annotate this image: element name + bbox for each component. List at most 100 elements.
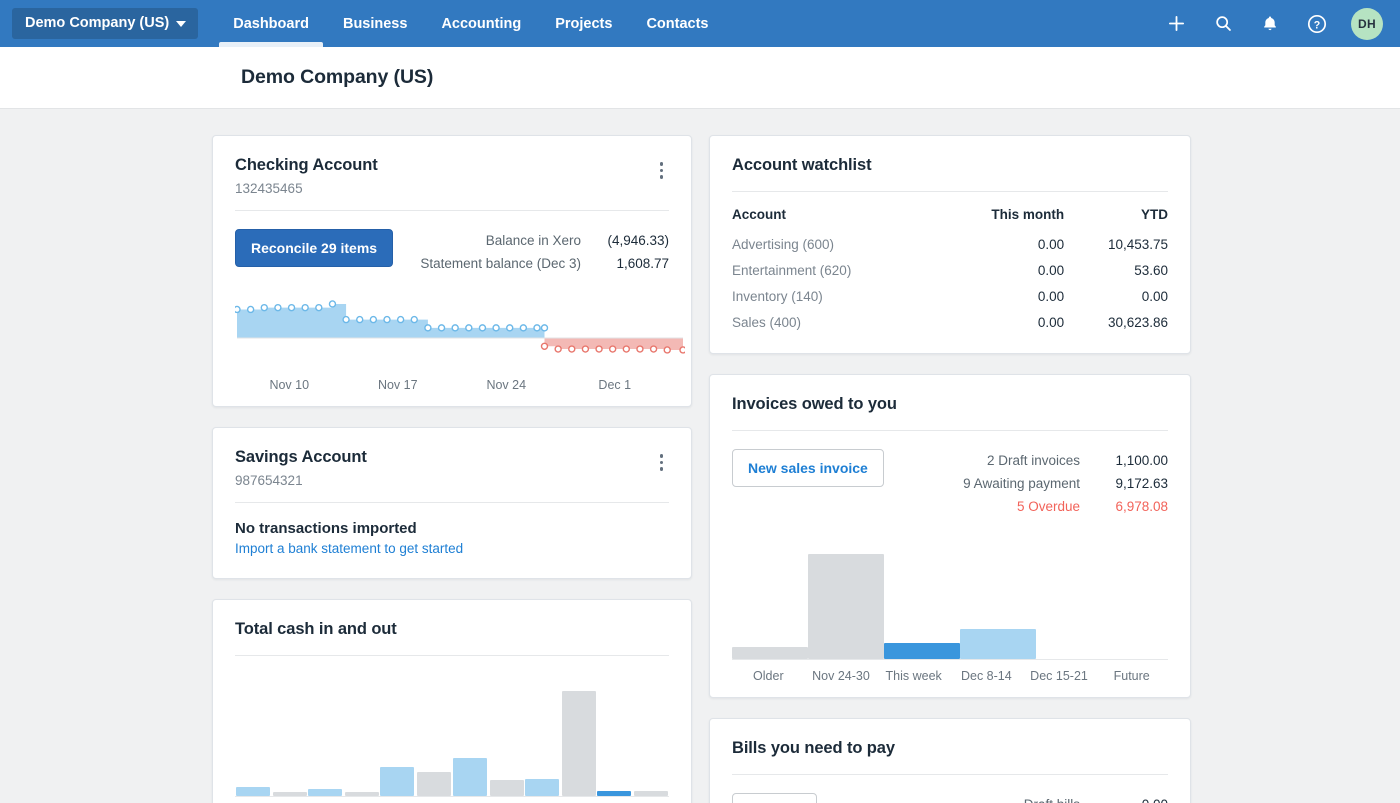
total-cash-bar-chart (235, 672, 669, 797)
bar-column[interactable] (884, 545, 960, 659)
right-column: Account watchlist Account This month YTD (709, 135, 1191, 802)
bar-column[interactable] (732, 545, 808, 659)
invoices-chart-axis-labels: OlderNov 24-30This weekDec 8-14Dec 15-21… (732, 669, 1168, 683)
search-icon[interactable] (1210, 11, 1236, 37)
cell-ytd: 10,453.75 (1064, 231, 1168, 257)
savings-account-more-options-icon[interactable] (654, 450, 670, 475)
savings-empty-title: No transactions imported (235, 520, 669, 537)
nav-item-accounting[interactable]: Accounting (424, 0, 538, 47)
bar-group[interactable] (307, 672, 379, 796)
bar-column[interactable] (1036, 545, 1112, 659)
reconcile-button[interactable]: Reconcile 29 items (235, 229, 393, 267)
dashboard-content: Checking Account 132435465 Reconcile 29 … (0, 109, 1400, 802)
summary-value: 0.00 (1094, 793, 1168, 803)
axis-tick: Future (1095, 669, 1168, 683)
top-navigation-bar: Demo Company (US) Dashboard Business Acc… (0, 0, 1400, 47)
table-row[interactable]: Entertainment (620) 0.00 53.60 (732, 257, 1168, 283)
bar-cash-in (236, 787, 270, 796)
nav-item-dashboard[interactable]: Dashboard (216, 0, 326, 47)
new-bill-button[interactable]: New bill (732, 793, 817, 803)
total-cash-card: Total cash in and out JulyAugustSeptembe… (212, 599, 692, 803)
bills-title: Bills you need to pay (732, 739, 1168, 758)
bar-cash-out (273, 792, 307, 796)
bar-cash-out (562, 691, 596, 796)
balance-label: Balance in Xero (486, 229, 581, 252)
summary-row[interactable]: 2 Draft invoices 1,100.00 (963, 449, 1168, 472)
nav-label: Business (343, 16, 407, 32)
nav-item-contacts[interactable]: Contacts (629, 0, 725, 47)
nav-label: Projects (555, 16, 612, 32)
nav-item-business[interactable]: Business (326, 0, 424, 47)
balance-value: 1,608.77 (595, 252, 669, 275)
balance-label: Statement balance (Dec 3) (420, 252, 581, 275)
bar-cash-out (417, 772, 451, 796)
bar-group[interactable] (597, 672, 669, 796)
invoices-bar-chart (732, 545, 1168, 660)
summary-row[interactable]: 9 Awaiting payment 9,172.63 (963, 472, 1168, 495)
import-bank-statement-link[interactable]: Import a bank statement to get started (235, 541, 463, 556)
checking-account-more-options-icon[interactable] (654, 158, 670, 183)
bar-cash-out (634, 791, 668, 796)
cell-ytd: 30,623.86 (1064, 309, 1168, 335)
bell-icon[interactable] (1257, 11, 1283, 37)
axis-tick: Nov 24-30 (805, 669, 878, 683)
summary-value-overdue: 6,978.08 (1094, 495, 1168, 518)
summary-label: 2 Draft invoices (987, 449, 1080, 472)
page-header: Demo Company (US) (0, 47, 1400, 109)
new-sales-invoice-button[interactable]: New sales invoice (732, 449, 884, 487)
checking-account-balance-chart: Nov 10 Nov 17 Nov 24 Dec 1 (235, 293, 669, 392)
balance-chart-axis-labels: Nov 10 Nov 17 Nov 24 Dec 1 (235, 378, 669, 392)
table-header-row: Account This month YTD (732, 207, 1168, 231)
plus-icon[interactable] (1163, 11, 1189, 37)
bar (808, 554, 884, 659)
main-nav-items: Dashboard Business Accounting Projects C… (216, 0, 725, 47)
summary-row-overdue[interactable]: 5 Overdue 6,978.08 (963, 495, 1168, 518)
axis-tick: Nov 10 (235, 378, 344, 392)
bills-to-pay-card: Bills you need to pay New bill Draft bil… (709, 718, 1191, 803)
org-switcher[interactable]: Demo Company (US) (12, 8, 198, 39)
avatar-initials: DH (1358, 17, 1376, 31)
summary-label: Draft bills (1024, 793, 1080, 803)
summary-row[interactable]: Draft bills 0.00 (956, 793, 1168, 803)
nav-label: Accounting (441, 16, 521, 32)
table-row[interactable]: Inventory (140) 0.00 0.00 (732, 283, 1168, 309)
cell-this-month: 0.00 (938, 283, 1064, 309)
avatar[interactable]: DH (1351, 8, 1383, 40)
bar-group[interactable] (380, 672, 452, 796)
watchlist-table: Account This month YTD Advertising (600)… (732, 207, 1168, 335)
balance-row: Balance in Xero (4,946.33) (420, 229, 669, 252)
axis-tick: Dec 1 (561, 378, 670, 392)
bills-summary: Draft bills 0.00 17 Awaiting payment 10,… (956, 793, 1168, 803)
divider (235, 655, 669, 656)
bar-group[interactable] (235, 672, 307, 796)
checking-account-title: Checking Account (235, 156, 378, 175)
balance-row: Statement balance (Dec 3) 1,608.77 (420, 252, 669, 275)
org-name-label: Demo Company (US) (25, 15, 169, 31)
bar-column[interactable] (808, 545, 884, 659)
bar-group[interactable] (524, 672, 596, 796)
bar-column[interactable] (960, 545, 1036, 659)
cell-this-month: 0.00 (938, 231, 1064, 257)
cell-account: Inventory (140) (732, 283, 938, 309)
cell-ytd: 0.00 (1064, 283, 1168, 309)
table-row[interactable]: Sales (400) 0.00 30,623.86 (732, 309, 1168, 335)
axis-tick: Dec 8-14 (950, 669, 1023, 683)
axis-tick: Older (732, 669, 805, 683)
cell-this-month: 0.00 (938, 309, 1064, 335)
balance-area-svg (235, 293, 685, 365)
table-row[interactable]: Advertising (600) 0.00 10,453.75 (732, 231, 1168, 257)
chevron-down-icon (176, 21, 186, 27)
bar-column[interactable] (1112, 545, 1188, 659)
page-title: Demo Company (US) (241, 66, 433, 89)
watchlist-title: Account watchlist (732, 156, 1168, 175)
cell-account: Advertising (600) (732, 231, 938, 257)
bar-group[interactable] (452, 672, 524, 796)
total-cash-title: Total cash in and out (235, 620, 669, 639)
bar (960, 629, 1036, 659)
help-icon[interactable]: ? (1304, 11, 1330, 37)
nav-item-projects[interactable]: Projects (538, 0, 629, 47)
bar (884, 643, 960, 659)
left-column: Checking Account 132435465 Reconcile 29 … (212, 135, 692, 802)
column-header-ytd: YTD (1064, 207, 1168, 231)
invoices-title: Invoices owed to you (732, 395, 1168, 414)
